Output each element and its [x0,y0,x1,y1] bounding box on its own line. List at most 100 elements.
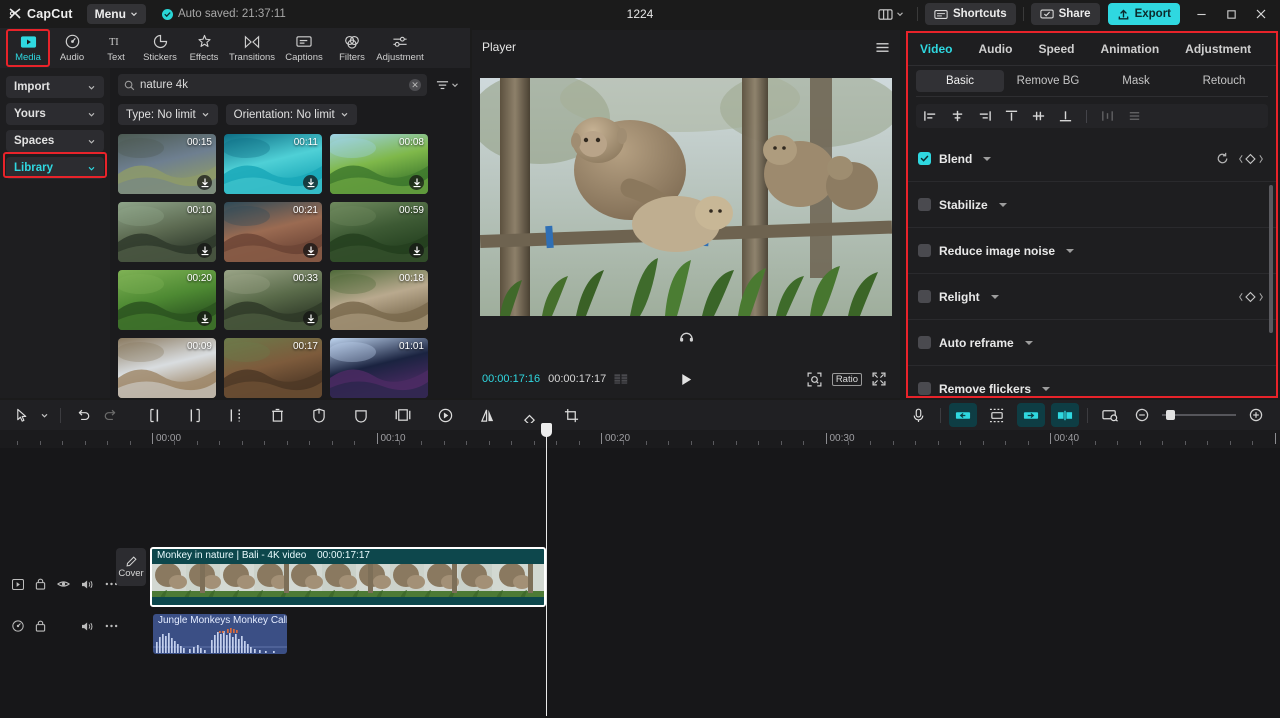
tab-stickers[interactable]: Stickers [138,28,182,68]
download-icon[interactable] [303,311,318,326]
layout-icon[interactable] [872,3,910,25]
trim-right-icon[interactable] [221,403,249,427]
align-center-vertical-icon[interactable] [1030,108,1047,125]
zoom-slider-knob[interactable] [1166,410,1175,420]
link-icon[interactable] [1017,403,1045,427]
download-icon[interactable] [409,175,424,190]
media-item[interactable]: 00:18 [330,270,428,330]
snap-left-icon[interactable] [949,403,977,427]
subtab-mask[interactable]: Mask [1092,70,1180,92]
search-input[interactable] [140,79,404,91]
tab-media[interactable]: Media [6,28,50,68]
checkbox-reduce-image-noise[interactable] [918,244,931,257]
tab-audio[interactable]: Audio [978,42,1012,56]
video-clip[interactable]: Monkey in nature | Bali - 4K video 00:00… [150,547,546,607]
download-icon[interactable] [409,243,424,258]
share-button[interactable]: Share [1030,3,1100,25]
split-icon[interactable] [141,403,169,427]
timeline-ruler[interactable]: 00:00 00:10 00:20 00:30 00:40 [0,430,1280,448]
tab-adjustment[interactable]: Adjustment [374,28,426,68]
chevron-down-icon[interactable] [998,202,1007,207]
playhead[interactable] [541,423,552,716]
media-item[interactable]: 00:09 [118,338,216,398]
picture-in-picture-icon[interactable] [389,403,417,427]
tab-captions[interactable]: Captions [278,28,330,68]
media-item[interactable]: 00:08 [330,134,428,194]
timeline[interactable]: 00:00 00:10 00:20 00:30 00:40 Cover Monk… [0,423,1280,718]
mirror-icon[interactable] [473,403,501,427]
headphone-icon[interactable] [679,330,694,342]
close-button[interactable] [1246,0,1276,28]
maximize-button[interactable] [1216,0,1246,28]
auto-fit-icon[interactable] [983,403,1011,427]
zoom-fit-icon[interactable] [807,372,822,387]
select-dropdown-icon[interactable] [36,403,52,427]
align-center-horizontal-icon[interactable] [949,108,966,125]
export-button[interactable]: Export [1107,3,1180,25]
zoom-in-icon[interactable] [1242,403,1270,427]
properties-scrollbar[interactable] [1269,185,1273,333]
zoom-out-icon[interactable] [1128,403,1156,427]
media-item[interactable]: 00:59 [330,202,428,262]
shortcuts-button[interactable]: Shortcuts [924,3,1016,25]
snap-icon[interactable] [1051,403,1079,427]
property-option-row[interactable]: Stabilize [908,182,1276,228]
keyframe-control[interactable] [1238,291,1264,303]
freeze-icon[interactable] [305,403,333,427]
checkbox-remove-flickers[interactable] [918,382,931,395]
mask-icon[interactable] [347,403,375,427]
play-icon[interactable] [679,372,694,387]
menu-button[interactable]: Menu [86,4,146,24]
media-item[interactable]: 00:21 [224,202,322,262]
keyframe-view-icon[interactable] [1096,403,1124,427]
delete-icon[interactable] [263,403,291,427]
align-top-icon[interactable] [1003,108,1020,125]
distribute-vertical-icon[interactable] [1126,108,1143,125]
more-icon[interactable] [105,624,118,628]
tab-adjustment[interactable]: Adjustment [1185,42,1251,56]
property-option-row[interactable]: Reduce image noise [908,228,1276,274]
align-left-icon[interactable] [922,108,939,125]
eye-icon[interactable] [57,579,70,589]
property-option-row[interactable]: Auto reframe [908,320,1276,366]
tab-video[interactable]: Video [920,42,952,56]
reset-icon[interactable] [1216,152,1229,165]
lock-icon[interactable] [35,620,46,632]
tab-effects[interactable]: Effects [182,28,226,68]
subtab-remove-bg[interactable]: Remove BG [1004,70,1092,92]
align-right-icon[interactable] [976,108,993,125]
search-box[interactable]: ✕ [118,74,427,96]
media-item[interactable]: 00:15 [118,134,216,194]
speed-icon[interactable] [431,403,459,427]
filter-orientation[interactable]: Orientation: No limit [225,104,357,125]
checkbox-relight[interactable] [918,290,931,303]
download-icon[interactable] [197,243,212,258]
chevron-down-icon[interactable] [983,156,992,161]
property-option-row[interactable]: Remove flickers [908,366,1276,396]
frame-grid-icon[interactable] [614,373,630,385]
record-icon[interactable] [904,403,932,427]
chevron-down-icon[interactable] [990,294,999,299]
tab-animation[interactable]: Animation [1100,42,1159,56]
cover-button[interactable]: Cover [116,548,146,586]
download-icon[interactable] [303,175,318,190]
subtab-retouch[interactable]: Retouch [1180,70,1268,92]
select-icon[interactable] [8,403,36,427]
tab-filters[interactable]: Filters [330,28,374,68]
sidebar-item-spaces[interactable]: Spaces [6,130,104,152]
speaker-icon[interactable] [81,621,94,632]
media-item[interactable]: 00:33 [224,270,322,330]
chevron-down-icon[interactable] [1066,248,1075,253]
keyframe-control[interactable] [1238,153,1264,165]
media-item[interactable]: 01:01 [330,338,428,398]
media-item[interactable]: 00:10 [118,202,216,262]
trim-left-icon[interactable] [181,403,209,427]
download-icon[interactable] [197,311,212,326]
speaker-icon[interactable] [81,579,94,590]
redo-icon[interactable] [97,403,125,427]
playhead-handle[interactable] [541,423,552,437]
property-option-row[interactable]: Blend [908,136,1276,182]
zoom-slider[interactable] [1162,410,1236,420]
preview-stage[interactable] [480,78,892,316]
download-icon[interactable] [197,175,212,190]
